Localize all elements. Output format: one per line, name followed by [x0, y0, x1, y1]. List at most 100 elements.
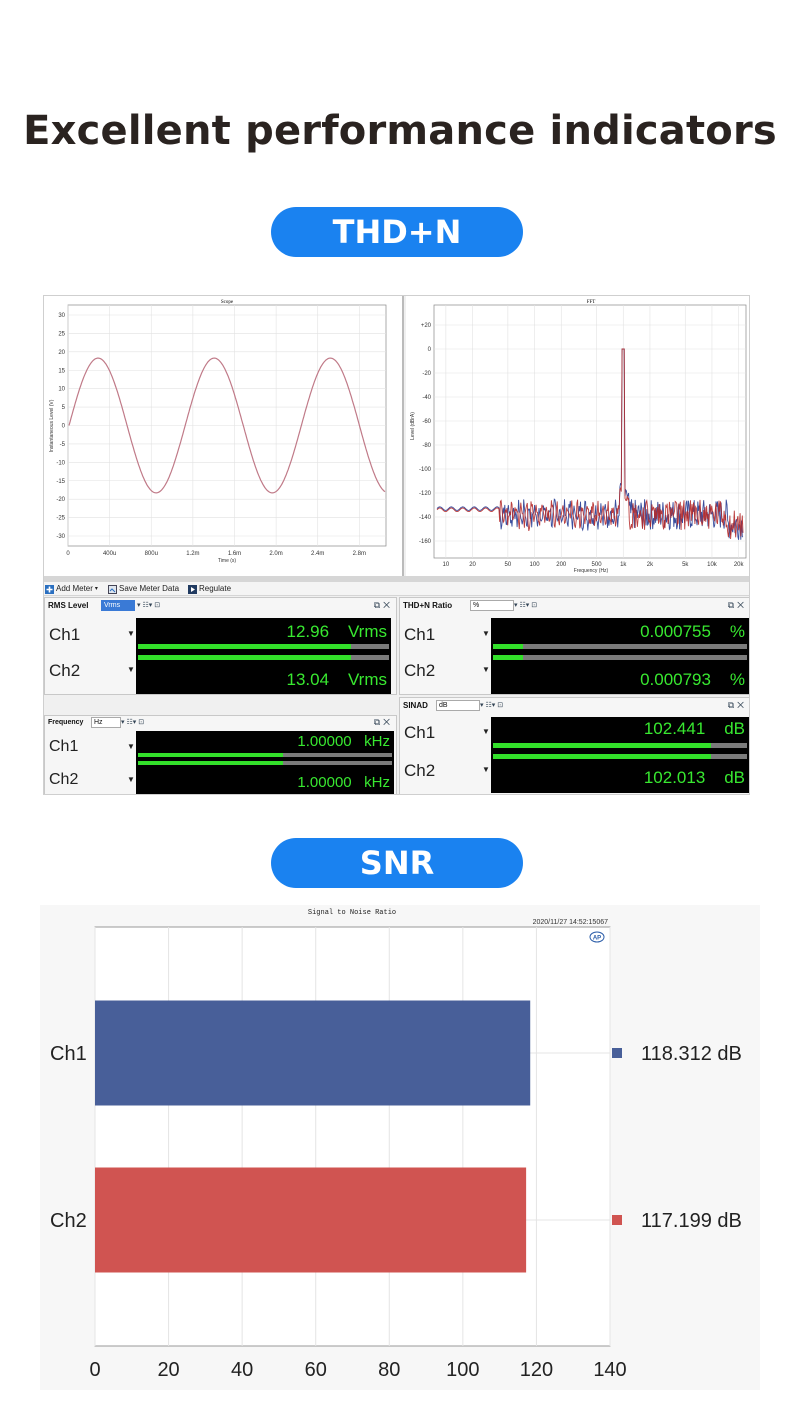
channel-dropdown-icon[interactable]: ▼ [127, 665, 135, 674]
fft-y-tick: -80 [422, 443, 431, 449]
snr-bar-ch1 [95, 1000, 531, 1106]
snr-category-label: Ch2 [50, 1210, 87, 1232]
sinad-header: SINAD dB ▾ ☷▾ ⊡ ⧉✕ [400, 698, 749, 713]
channel-label: Ch1 [404, 723, 436, 742]
snr-chart: Signal to Noise Ratio 2020/11/27 14:52:15… [40, 905, 760, 1390]
scope-y-tick: 25 [58, 331, 65, 337]
rms-ch1-fill [138, 644, 352, 649]
channel-label: Ch2 [404, 761, 436, 780]
fft-x-tick: 100 [530, 562, 541, 568]
regulate-button[interactable]: Regulate [188, 582, 231, 596]
scope-y-tick: 10 [58, 387, 65, 393]
channel-label: Ch1 [49, 625, 81, 644]
scope-y-tick: -5 [60, 442, 66, 448]
scope-y-tick: -15 [56, 479, 65, 485]
fft-x-tick: 1k [620, 562, 627, 568]
fft-y-tick: -160 [419, 539, 432, 545]
snr-x-tick: 120 [520, 1359, 553, 1381]
frequency-ch2-fill [138, 761, 283, 765]
unit-dropdown-icon[interactable]: ▾ ☷▾ ⊡ [514, 601, 537, 610]
snr-category-label: Ch1 [50, 1043, 87, 1065]
fft-y-tick: -20 [422, 371, 431, 377]
channel-label: Ch1 [49, 738, 79, 755]
snr-x-tick: 100 [446, 1359, 479, 1381]
fft-x-tick: 10k [707, 562, 718, 568]
popout-icon[interactable]: ⧉ [374, 600, 383, 610]
scope-x-tick: 2.0m [269, 551, 282, 557]
fft-x-tick: 20 [469, 562, 476, 568]
add-meter-label: Add Meter [56, 584, 93, 593]
channel-label: Ch2 [404, 661, 436, 680]
rms-level-title: RMS Level [48, 601, 89, 610]
sinad-ch1-bar [493, 743, 747, 748]
window-controls[interactable]: ⧉✕ [374, 716, 393, 729]
window-controls[interactable]: ⧉✕ [374, 598, 393, 613]
channel-label: Ch2 [49, 771, 79, 788]
scope-x-tick: 1.2m [186, 551, 199, 557]
unit-dropdown-icon[interactable]: ▾ ☷▾ ⊡ [121, 718, 144, 727]
snr-x-tick: 40 [231, 1359, 253, 1381]
window-controls[interactable]: ⧉✕ [728, 698, 747, 713]
sinad-title: SINAD [403, 701, 428, 710]
scope-y-tick: -25 [56, 516, 65, 522]
snr-bar-ch2 [95, 1167, 527, 1273]
close-icon[interactable]: ✕ [383, 600, 393, 610]
save-icon [108, 584, 117, 594]
add-meter-button[interactable]: Add Meter ▾ [45, 582, 98, 596]
channel-dropdown-icon[interactable]: ▼ [482, 727, 490, 736]
fft-plot: FFT +20 0 -20 -40 -60 -80 -100 -120 -140 -160 10 20 5… [410, 300, 747, 574]
sinad-unit-select[interactable]: dB [436, 700, 480, 711]
fft-title: FFT [587, 300, 596, 305]
fft-y-tick: +20 [421, 323, 432, 329]
sinad-meter: SINAD dB ▾ ☷▾ ⊡ ⧉✕ Ch1 ▼ Ch2 ▼ 102.441 d… [399, 697, 749, 794]
thdn-ch1-fill [493, 644, 524, 649]
snr-value-label: 118.312 dB [641, 1043, 742, 1065]
channel-dropdown-icon[interactable]: ▼ [127, 742, 135, 751]
channel-dropdown-icon[interactable]: ▼ [127, 629, 135, 638]
channel-dropdown-icon[interactable]: ▼ [482, 629, 490, 638]
rms-unit-select[interactable]: Vrms [101, 600, 135, 611]
snr-x-tick: 140 [593, 1359, 626, 1381]
rms-ch1-bar [138, 644, 389, 649]
sinad-ch1-value: 102.441 dB [643, 719, 745, 738]
scope-plot: Scope 30 25 20 15 10 5 0 -5 -10 -15 -20 -25 -30 0 400u 8… [49, 300, 387, 564]
channel-dropdown-icon[interactable]: ▼ [127, 775, 135, 784]
close-icon[interactable]: ✕ [383, 717, 393, 727]
unit-dropdown-icon[interactable]: ▾ ☷▾ ⊡ [480, 701, 503, 710]
rms-ch2-fill [138, 655, 352, 660]
frequency-title: Frequency [48, 719, 84, 726]
window-controls[interactable]: ⧉✕ [728, 598, 747, 613]
frequency-ch2-bar [138, 761, 392, 765]
snr-x-tick: 20 [157, 1359, 179, 1381]
fft-x-tick: 10 [443, 562, 450, 568]
fft-y-tick: 0 [428, 347, 432, 353]
save-meter-data-button[interactable]: Save Meter Data [108, 582, 179, 596]
fft-y-tick: -40 [422, 395, 431, 401]
close-icon[interactable]: ✕ [737, 600, 747, 610]
add-icon [45, 584, 54, 594]
close-icon[interactable]: ✕ [737, 700, 747, 710]
thdn-display: 0.000755 % 0.000793 % [491, 618, 749, 694]
snr-plot-area [94, 926, 611, 1347]
meter-toolbar: Add Meter ▾ Save Meter Data Regulate [44, 582, 749, 596]
scope-title: Scope [221, 300, 234, 305]
popout-icon[interactable]: ⧉ [728, 600, 737, 610]
popout-icon[interactable]: ⧉ [374, 717, 383, 727]
snr-x-tick: 80 [378, 1359, 400, 1381]
thdn-unit-select[interactable]: % [470, 600, 514, 611]
frequency-unit-select[interactable]: Hz [91, 717, 121, 728]
channel-dropdown-icon[interactable]: ▼ [482, 765, 490, 774]
fft-x-tick: 2k [647, 562, 654, 568]
popout-icon[interactable]: ⧉ [728, 700, 737, 710]
scope-x-tick: 2.8m [353, 551, 366, 557]
sinad-ch1-fill [493, 743, 712, 748]
scope-y-tick: -20 [56, 497, 65, 503]
scope-y-label: Instantaneous Level (V) [49, 399, 55, 452]
analyzer-window: Scope 30 25 20 15 10 5 0 -5 -10 -15 -20 -25 -30 0 400u 8… [43, 295, 750, 795]
channel-dropdown-icon[interactable]: ▼ [482, 665, 490, 674]
scope-y-tick: 20 [58, 350, 65, 356]
snr-value-label: 117.199 dB [641, 1210, 742, 1232]
snr-timestamp: 2020/11/27 14:52:15067 [533, 919, 608, 926]
scope-graph: Scope 30 25 20 15 10 5 0 -5 -10 -15 -20 -25 -30 0 400u 8… [44, 296, 404, 576]
unit-dropdown-icon[interactable]: ▾ ☷▾ ⊡ [137, 601, 160, 610]
